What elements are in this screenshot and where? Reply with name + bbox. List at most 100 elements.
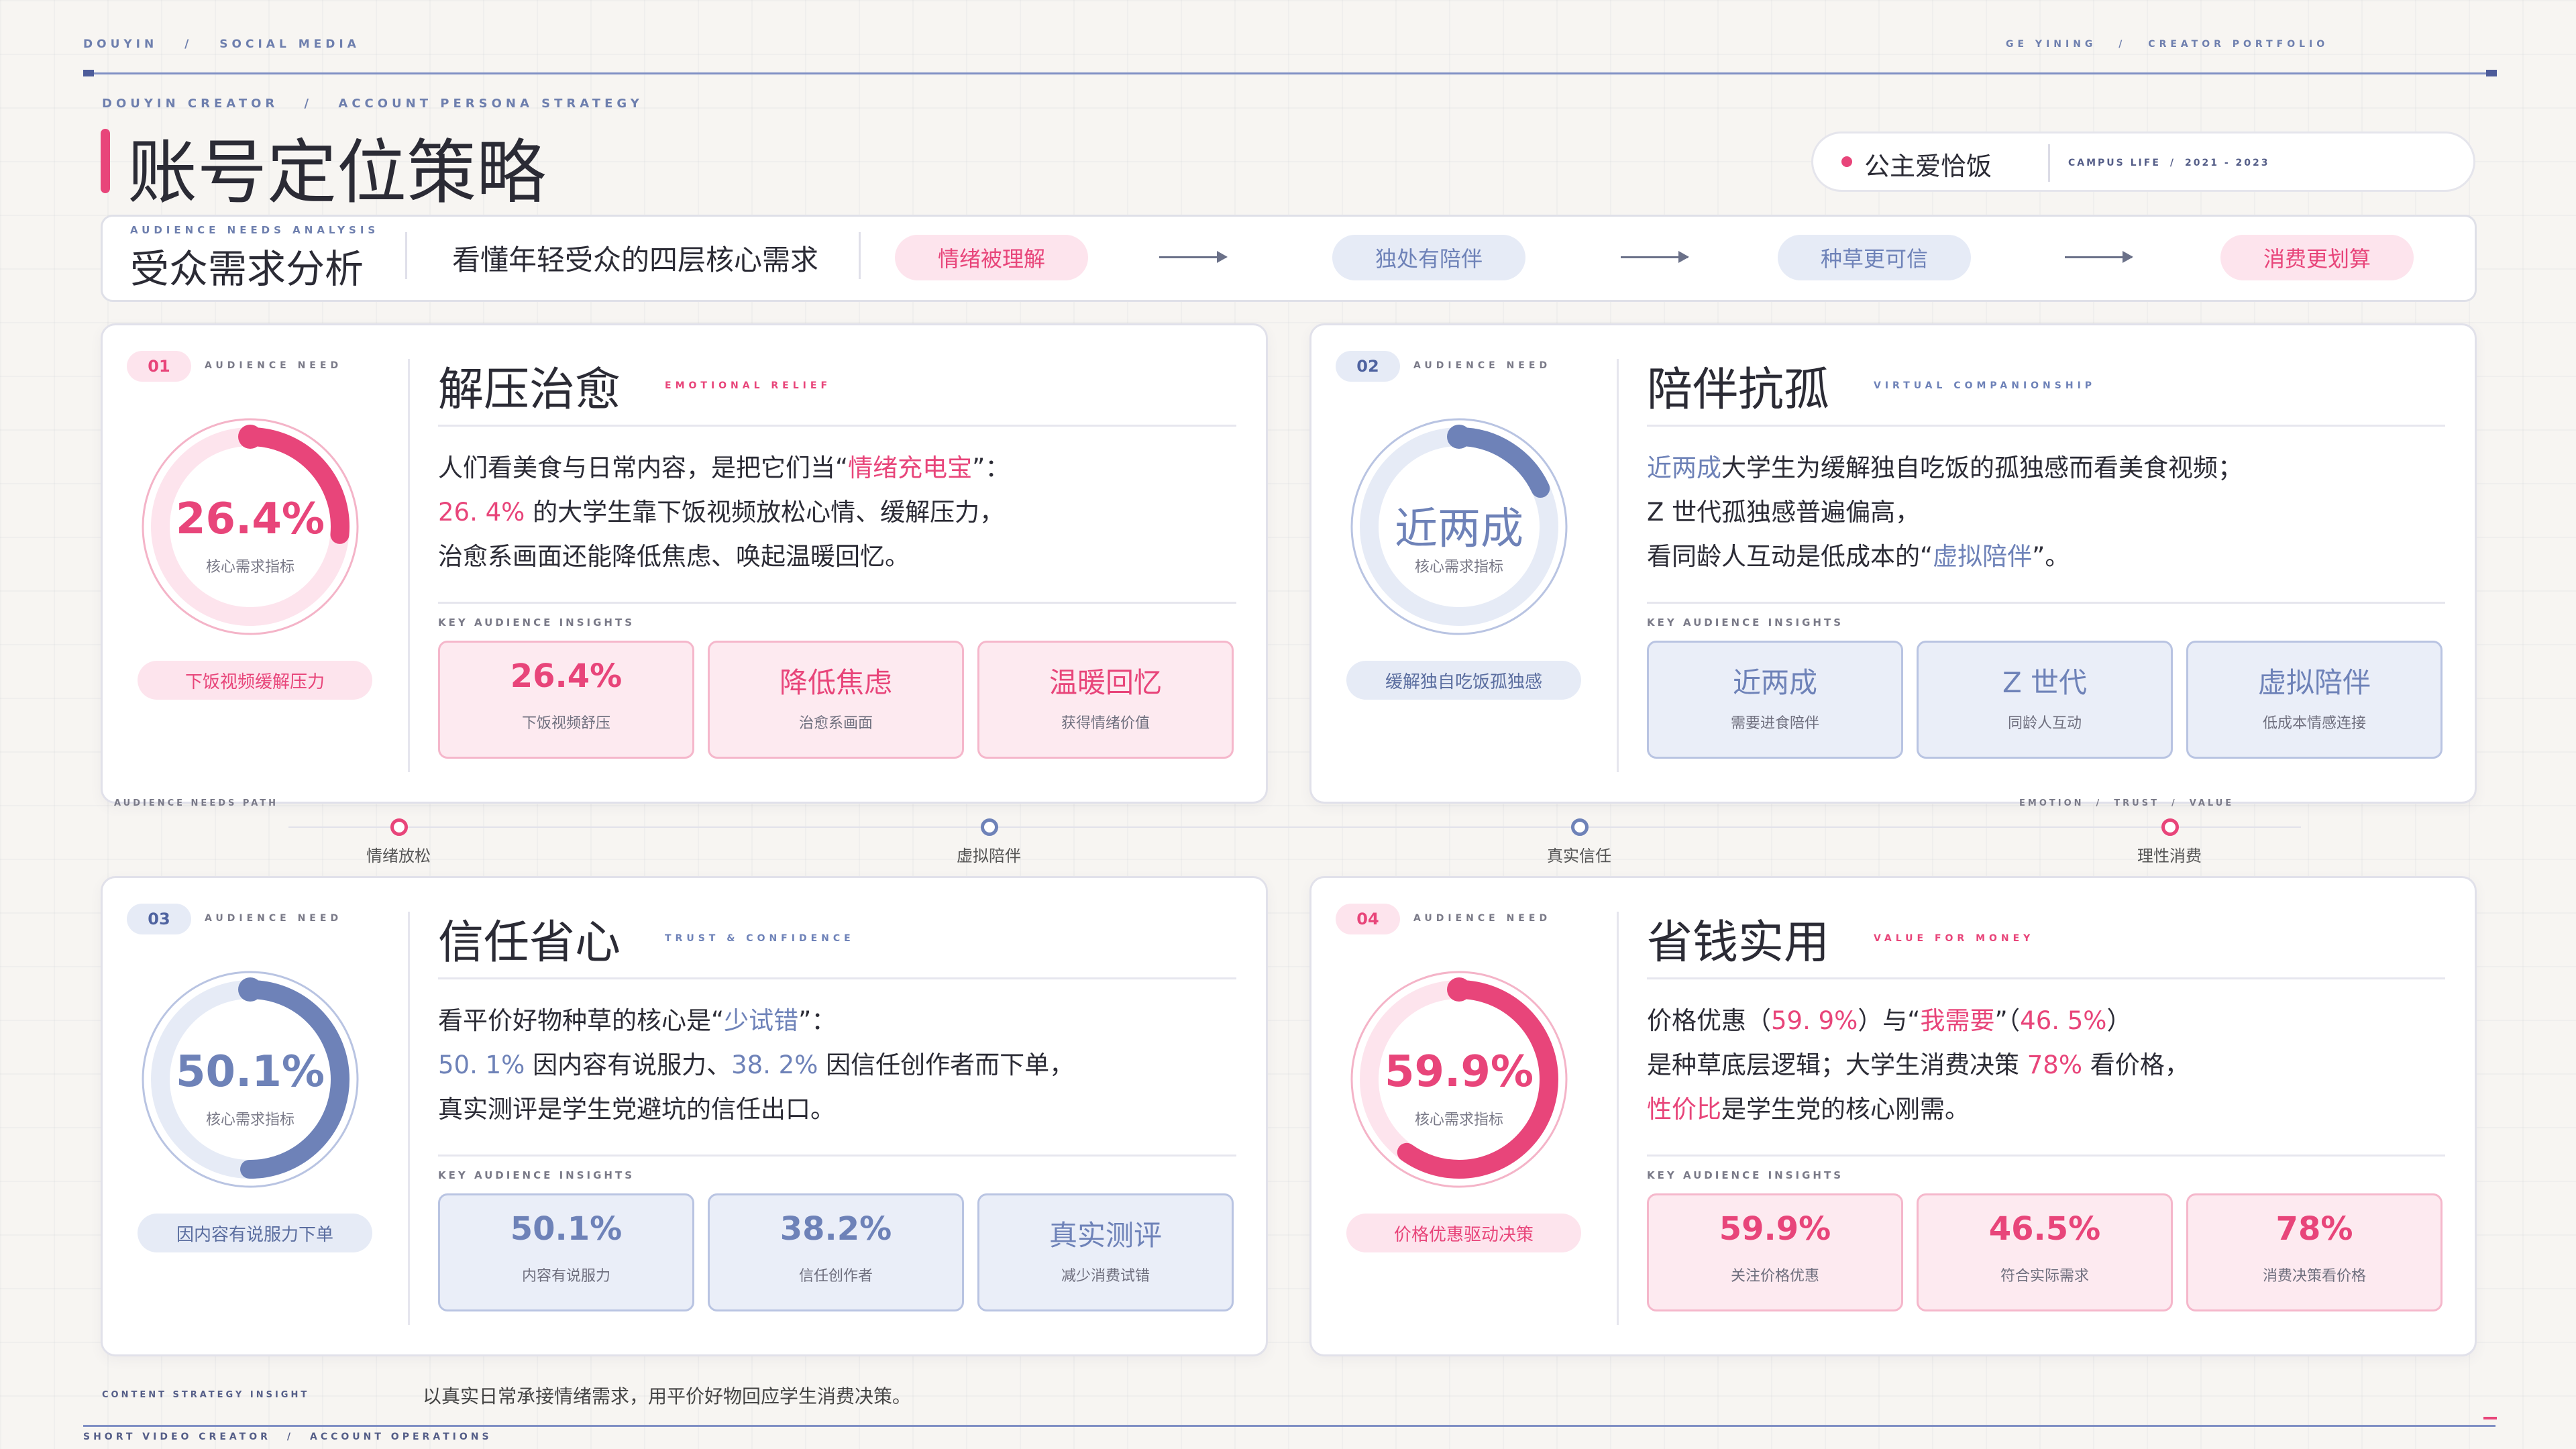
flow-step-4[interactable]: 消费更划算 (2220, 235, 2414, 280)
insight-card: 26.4% 下饭视频舒压 (438, 641, 694, 759)
need-card-4: 04 AUDIENCE NEED 59.9% 核心需求指标 价格优惠驱动决策 省… (1309, 876, 2477, 1356)
insight-card: 50.1% 内容有说服力 (438, 1193, 694, 1311)
path-node-label: 虚拟陪伴 (957, 847, 1021, 865)
account-meta: CAMPUS LIFE/2021 - 2023 (2068, 158, 2270, 168)
path-node-4 (2161, 818, 2179, 836)
card-rule (438, 977, 1236, 979)
card-en-title: VIRTUAL COMPANIONSHIP (1874, 380, 2096, 391)
account-dot-icon (1841, 156, 1852, 167)
card-description: 价格优惠（59. 9%）与“我需要”（46. 5%） 是种草底层逻辑；大学生消费… (1647, 1006, 2190, 1124)
card-rule (1647, 977, 2445, 979)
header-eyebrow: DOUYIN CREATOR / ACCOUNT PERSONA STRATEG… (102, 97, 643, 111)
card-en-title: VALUE FOR MONEY (1874, 933, 2035, 944)
path-label: AUDIENCE NEEDS PATH (114, 798, 279, 808)
insight-card: 真实测评 减少消费试错 (977, 1193, 1234, 1311)
card-description: 近两成大学生为缓解独自吃饭的孤独感而看美食视频； Z 世代孤独感普遍偏高， 看同… (1647, 453, 2243, 571)
card-number: 03 (127, 904, 191, 934)
bottom-marker (2483, 1417, 2497, 1419)
path-node-label: 理性消费 (2137, 847, 2202, 865)
path-node-1 (390, 818, 408, 836)
path-node-label: 情绪放松 (366, 847, 431, 865)
nav-social-media[interactable]: SOCIAL MEDIA (219, 38, 360, 51)
card-divider (408, 912, 410, 1325)
nav-author: GE YINING (2006, 39, 2097, 50)
flow-step-3[interactable]: 种草更可信 (1778, 235, 1971, 280)
insight-card: 降低焦虑 治愈系画面 (708, 641, 964, 759)
card-need-label: AUDIENCE NEED (205, 360, 343, 371)
bottom-nav: SHORT VIDEO CREATOR / ACCOUNT OPERATIONS (83, 1432, 492, 1442)
need-card-1: 01 AUDIENCE NEED 26.4% 核心需求指标 下饭视频缓解压力 解… (101, 323, 1268, 804)
card-tag: 因内容有说服力下单 (138, 1214, 372, 1252)
card-divider (1617, 359, 1619, 772)
insight-card: 59.9% 关注价格优惠 (1647, 1193, 1903, 1311)
top-rule (83, 72, 2496, 74)
analysis-divider (405, 232, 407, 279)
top-nav-left: DOUYIN / SOCIAL MEDIA (83, 38, 360, 51)
ring-start-cap (238, 977, 262, 1002)
nav-portfolio: CREATOR PORTFOLIO (2148, 39, 2329, 50)
path-line (288, 826, 2301, 828)
flow-arrow-icon (2065, 251, 2133, 263)
need-card-2: 02 AUDIENCE NEED 近两成 核心需求指标 缓解独自吃饭孤独感 陪伴… (1309, 323, 2477, 804)
insight-card: 温暖回忆 获得情绪价值 (977, 641, 1234, 759)
insight-card: 虚拟陪伴 低成本情感连接 (2186, 641, 2443, 759)
ring-value: 50.1% (175, 1047, 325, 1097)
page-title: 账号定位策略 (127, 131, 547, 213)
nav-sep-right: / (2118, 39, 2127, 50)
analysis-eyebrow: AUDIENCE NEEDS ANALYSIS (130, 224, 380, 236)
analysis-title: 受众需求分析 (130, 246, 364, 292)
ring-label: 核心需求指标 (1414, 559, 1503, 576)
insight-card: 46.5% 符合实际需求 (1917, 1193, 2173, 1311)
need-card-3: 03 AUDIENCE NEED 50.1% 核心需求指标 因内容有说服力下单 … (101, 876, 1268, 1356)
rule-marker-right (2486, 70, 2497, 76)
ring-label: 核心需求指标 (205, 559, 294, 576)
card-rule-2 (1647, 1155, 2445, 1157)
card-rule (1647, 425, 2445, 427)
card-rule-2 (1647, 602, 2445, 604)
insights-label: KEY AUDIENCE INSIGHTS (1647, 1169, 1844, 1181)
flow-arrow-icon (1159, 251, 1228, 263)
insights-label: KEY AUDIENCE INSIGHTS (438, 616, 635, 629)
ring-start-cap (238, 425, 262, 449)
card-divider (1617, 912, 1619, 1325)
path-node-3 (1571, 818, 1589, 836)
card-number: 02 (1336, 351, 1400, 382)
path-node-2 (981, 818, 998, 836)
card-title: 省钱实用 (1647, 916, 1830, 969)
ring-start-cap (1447, 977, 1471, 1002)
card-rule-2 (438, 1155, 1236, 1157)
flow-step-2[interactable]: 独处有陪伴 (1332, 235, 1525, 280)
account-name: 公主爱恰饭 (1864, 152, 1992, 181)
footer-text: 以真实日常承接情绪需求，用平价好物回应学生消费决策。 (423, 1385, 912, 1407)
flow-arrow-icon (1621, 251, 1689, 263)
account-divider (2048, 144, 2050, 182)
card-need-label: AUDIENCE NEED (205, 913, 343, 924)
card-tag: 下饭视频缓解压力 (138, 661, 372, 700)
ring-label: 核心需求指标 (205, 1112, 294, 1128)
flow-step-1[interactable]: 情绪被理解 (895, 235, 1088, 280)
card-divider (408, 359, 410, 772)
rule-marker-left (83, 70, 94, 76)
nav-sep: / (184, 38, 193, 51)
insight-card: 78% 消费决策看价格 (2186, 1193, 2443, 1311)
nav-douyin[interactable]: DOUYIN (83, 38, 158, 51)
insight-card: 近两成 需要进食陪伴 (1647, 641, 1903, 759)
insight-card: Z 世代 同龄人互动 (1917, 641, 2173, 759)
insights-label: KEY AUDIENCE INSIGHTS (438, 1169, 635, 1181)
ring-value: 59.9% (1384, 1047, 1534, 1097)
path-right-label: EMOTION / TRUST / VALUE (2019, 798, 2235, 808)
card-title: 信任省心 (438, 916, 621, 969)
account-badge: 公主爱恰饭 CAMPUS LIFE/2021 - 2023 (1811, 131, 2475, 192)
card-rule (438, 425, 1236, 427)
card-tag: 缓解独自吃饭孤独感 (1346, 661, 1581, 700)
top-nav-right: GE YINING / CREATOR PORTFOLIO (2006, 39, 2328, 50)
card-need-label: AUDIENCE NEED (1413, 360, 1552, 371)
title-accent-bar (101, 129, 110, 193)
footer-eyebrow: CONTENT STRATEGY INSIGHT (102, 1390, 310, 1400)
analysis-divider-2 (859, 232, 861, 279)
card-en-title: TRUST & CONFIDENCE (665, 933, 855, 944)
path-node-label: 真实信任 (1547, 847, 1611, 865)
card-need-label: AUDIENCE NEED (1413, 913, 1552, 924)
insights-label: KEY AUDIENCE INSIGHTS (1647, 616, 1844, 629)
card-tag: 价格优惠驱动决策 (1346, 1214, 1581, 1252)
